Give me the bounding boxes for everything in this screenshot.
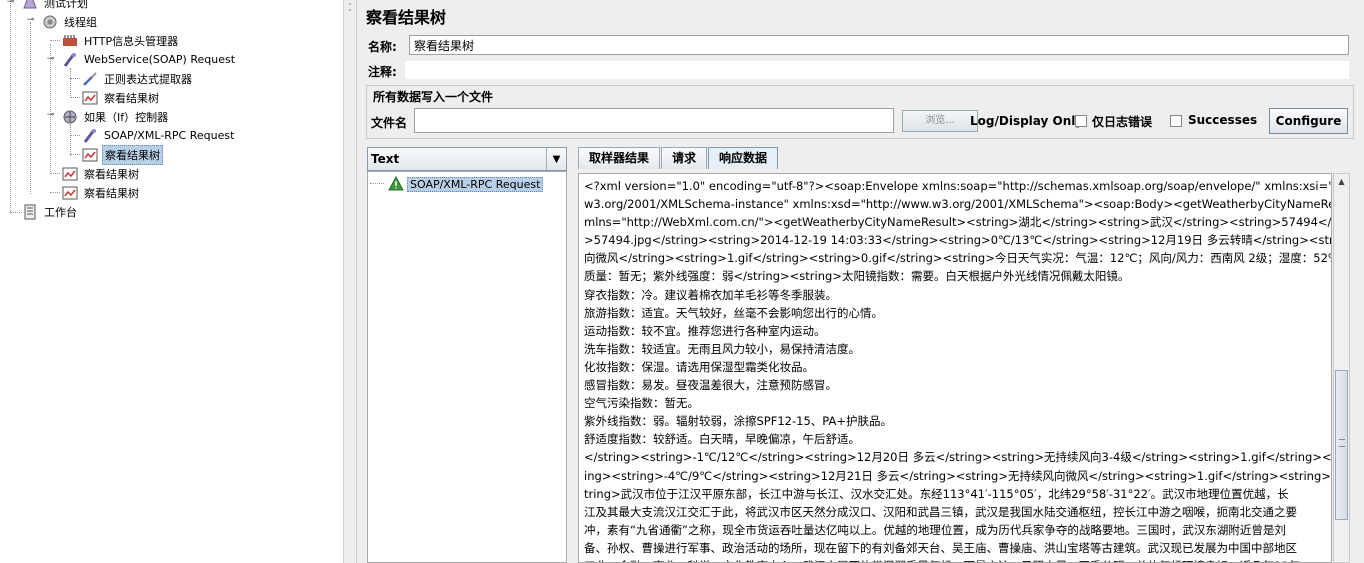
response-line: 运动指数：较不宜。推荐您进行各种室内运动。 <box>584 323 826 338</box>
thread-group-icon <box>42 14 58 30</box>
tree-item-http-header-manager[interactable]: HTTP信息头管理器 <box>62 31 180 50</box>
split-pane-divider[interactable] <box>343 0 357 563</box>
tree-item-thread-group[interactable]: 线程组 <box>42 12 99 31</box>
splitter-grip-icon <box>349 3 351 11</box>
response-line: 紫外线指数：弱。辐射较弱，涂擦SPF12-15、PA+护肤品。 <box>584 414 892 429</box>
successes-label: Successes <box>1188 113 1258 127</box>
response-data-text[interactable]: <?xml version="1.0" encoding="utf-8"?><s… <box>578 173 1332 563</box>
response-line: 向微风</string><string>1.gif</string><strin… <box>584 251 1332 266</box>
name-input[interactable] <box>409 35 1349 55</box>
chevron-down-icon[interactable]: ▼ <box>546 148 566 170</box>
tree-item-soap-xml-rpc-request[interactable]: SOAP/XML-RPC Request <box>82 126 236 145</box>
expand-toggle-icon[interactable]: ⊸ <box>46 111 55 120</box>
scroll-up-icon[interactable]: ▲ <box>1334 174 1349 189</box>
result-item-soap-xml-rpc[interactable]: SOAP/XML-RPC Request <box>388 175 544 193</box>
response-line: <?xml version="1.0" encoding="utf-8"?><s… <box>584 179 1332 193</box>
filename-input[interactable] <box>414 108 894 133</box>
response-line: 化妆指数：保湿。请选用保湿型霜类化妆品。 <box>584 359 814 374</box>
errors-only-label: 仅日志错误 <box>1092 115 1153 129</box>
extractor-icon <box>82 71 98 87</box>
test-plan-tree[interactable]: ⊸ ⊸ ⊸ ⊸ 测试计划 线程组 HTTP信息头管理器 WebService(S… <box>0 0 343 563</box>
soap-sampler-icon <box>82 128 98 144</box>
response-line: 空气污染指数：暂无。 <box>584 396 699 411</box>
tree-item-view-results-tree-selected[interactable]: 察看结果树 <box>82 144 163 165</box>
response-line: </string><string>-1℃/12℃</string><string… <box>584 450 1332 465</box>
response-line: 冲，素有“九省通衢”之称，现全市货运吞吐量达亿吨以上。优越的地理位置，成为历代兵… <box>584 522 1286 537</box>
write-results-file-group: 所有数据写入一个文件 文件名 浏览... Log/Display Only: 仅… <box>366 85 1354 139</box>
success-triangle-icon <box>388 176 404 192</box>
response-line: ing><string>-4℃/9℃</string><string>12月21… <box>584 468 1331 483</box>
filename-label: 文件名 <box>371 116 408 130</box>
response-data-panel: <?xml version="1.0" encoding="utf-8"?><s… <box>576 169 1364 563</box>
test-plan-icon <box>22 0 38 11</box>
tree-item-view-results-tree-1[interactable]: 察看结果树 <box>82 88 161 107</box>
soap-sampler-icon <box>62 52 78 68</box>
response-line: tring>武汉市位于江汉平原东部，长江中游与长江、汉水交汇处。东经113°41… <box>584 486 1289 501</box>
tree-item-regex-extractor[interactable]: 正则表达式提取器 <box>82 69 194 88</box>
results-tree-icon <box>62 166 78 182</box>
tree-item-webservice-soap-request[interactable]: WebService(SOAP) Request <box>62 50 237 69</box>
successes-checkbox[interactable] <box>1170 115 1182 127</box>
result-tabs: 取样器结果 请求 响应数据 <box>578 147 779 169</box>
response-line: 舒适度指数：较舒适。白天晴，早晚偏凉，午后舒适。 <box>584 432 860 447</box>
sample-results-list[interactable]: SOAP/XML-RPC Request <box>367 171 567 563</box>
tab-request[interactable]: 请求 <box>661 147 708 169</box>
log-display-only-label: Log/Display Only: <box>970 114 1088 128</box>
tab-response-data[interactable]: 响应数据 <box>708 147 779 169</box>
view-results-tree-panel: 察看结果树 名称: 注释: 所有数据写入一个文件 文件名 浏览... Log/D… <box>357 0 1364 563</box>
errors-only-checkbox[interactable] <box>1075 115 1087 127</box>
tree-item-workbench[interactable]: 工作台 <box>22 202 79 221</box>
results-tree-icon <box>82 147 98 163</box>
if-controller-icon <box>62 109 78 125</box>
configure-button[interactable]: Configure <box>1269 108 1348 134</box>
comment-input[interactable] <box>405 61 1349 79</box>
response-line: 感冒指数：易发。昼夜温差很大，注意预防感冒。 <box>584 378 837 393</box>
expand-toggle-icon[interactable]: ⊸ <box>46 55 55 64</box>
header-manager-icon <box>62 33 78 49</box>
tree-item-view-results-tree-4[interactable]: 察看结果树 <box>62 183 141 202</box>
response-line: 旅游指数：适宜。天气较好，丝毫不会影响您出行的心情。 <box>584 305 883 320</box>
tree-item-test-plan[interactable]: 测试计划 <box>22 0 90 12</box>
response-line: 江及其最大支流汉江交汇于此，将武汉市区天然分成汉口、汉阳和武昌三镇，武汉是我国水… <box>584 504 1297 519</box>
comment-label: 注释: <box>368 65 397 79</box>
response-line: w3.org/2001/XMLSchema-instance" xmlns:xs… <box>584 197 1332 212</box>
response-line: 备、孙权、曹操进行军事、政治活动的场所，现在留下的有刘备郊天台、吴王庙、曹操庙、… <box>584 540 1297 555</box>
response-line: 洗车指数：较适宜。无雨且风力较小，易保持清洁度。 <box>584 341 860 356</box>
tab-sampler-result[interactable]: 取样器结果 <box>578 147 661 169</box>
response-line: 质量：暂无；紫外线强度：弱</string><string>太阳镜指数：需要。白… <box>584 269 1130 284</box>
results-tree-icon <box>82 90 98 106</box>
expand-toggle-icon[interactable]: ⊸ <box>6 0 15 7</box>
response-line: >57494.jpg</string><string>2014-12-19 14… <box>584 233 1332 248</box>
response-scrollbar[interactable]: ▲ <box>1333 173 1350 563</box>
renderer-select[interactable]: Text ▼ <box>367 147 567 171</box>
tree-item-if-controller[interactable]: 如果（If）控制器 <box>62 107 170 126</box>
browse-button[interactable]: 浏览... <box>902 110 978 132</box>
results-tree-icon <box>62 185 78 201</box>
response-line: 工业、金融、商业、科学、文化教育中心。武汉市属亚热带湿润季风气候，雨量充沛、日照… <box>584 557 1326 562</box>
scrollbar-thumb[interactable] <box>1335 370 1348 520</box>
tree-item-view-results-tree-3[interactable]: 察看结果树 <box>62 164 141 183</box>
expand-toggle-icon[interactable]: ⊸ <box>26 16 35 25</box>
panel-title: 察看结果树 <box>366 8 447 27</box>
name-label: 名称: <box>368 40 397 54</box>
workbench-icon <box>22 204 38 220</box>
renderer-select-value: Text <box>371 152 400 166</box>
response-line: mlns="http://WebXml.com.cn/"><getWeather… <box>584 215 1332 230</box>
response-line: 穿衣指数：冷。建议着棉衣加羊毛衫等冬季服装。 <box>584 287 837 302</box>
file-group-title: 所有数据写入一个文件 <box>373 90 494 104</box>
